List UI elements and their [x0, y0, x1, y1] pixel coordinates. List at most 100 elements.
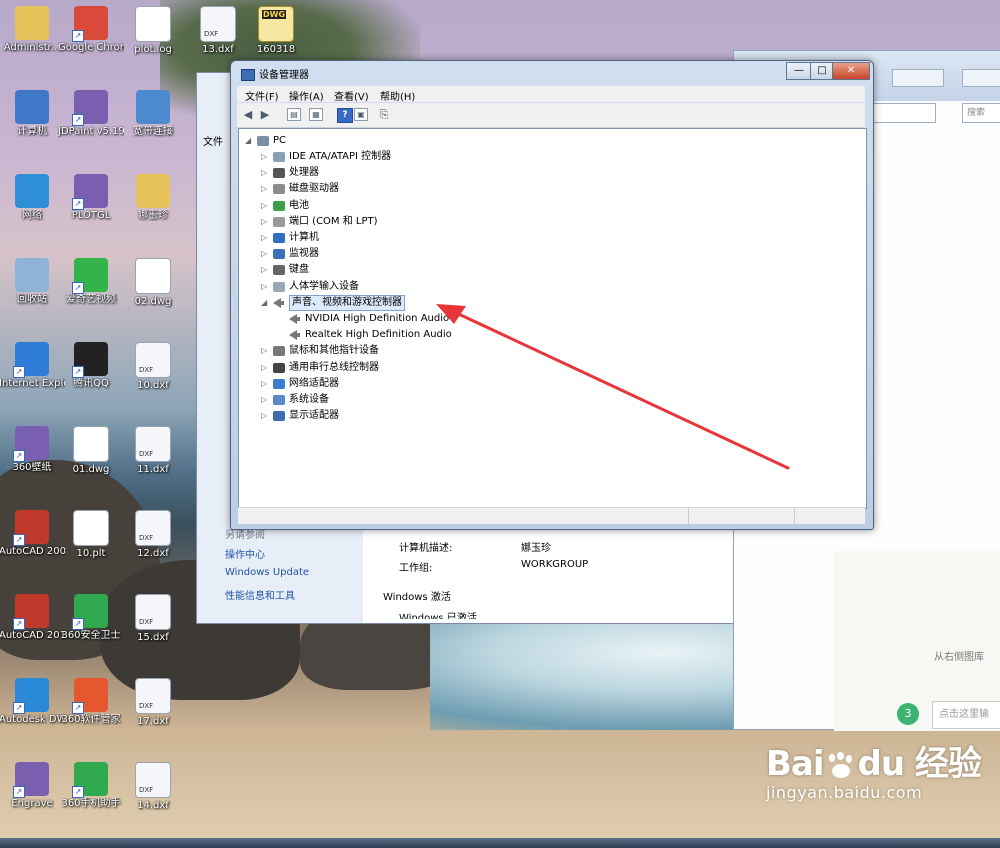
- desktop-icon-app[interactable]: ↗ Engrave: [0, 762, 65, 810]
- windows-update-link[interactable]: Windows Update: [225, 567, 309, 578]
- desktop-icon-plt[interactable]: 10.plt: [58, 510, 124, 560]
- device-tree[interactable]: ◢ PC ▷ IDE ATA/ATAPI 控制器 ▷ 处理器 ▷ 磁盘驱动器 ▷ 电池 ▷ 端口 …: [238, 128, 867, 509]
- gallery-hint: 从右侧图库: [934, 652, 984, 663]
- collapse-arrow-icon[interactable]: ◢: [261, 295, 271, 311]
- desktop-icon-label: 360壁纸: [12, 462, 52, 473]
- desktop-icon-label: 01.dwg: [72, 464, 110, 475]
- workgroup-value: WORKGROUP: [521, 559, 589, 570]
- brand-text-left: Bai: [766, 744, 825, 784]
- expand-arrow-icon[interactable]: ▷: [261, 165, 271, 181]
- desktop-icon-autocad[interactable]: ↗AutoCAD 2007 - S...: [0, 510, 65, 558]
- desktop-icon-app[interactable]: ↗ JDPaint v5.19: [58, 90, 124, 138]
- desktop-icon-ie[interactable]: ↗Internet Explorer: [0, 342, 65, 390]
- desktop-icon-360soft[interactable]: ↗ 360软件管家: [58, 678, 124, 726]
- expand-arrow-icon[interactable]: ▷: [261, 408, 271, 424]
- windows-activation-heading: Windows 激活: [383, 592, 451, 603]
- minimize-button[interactable]: —: [786, 62, 812, 80]
- desktop-icon-dxf[interactable]: 12.dxf: [120, 510, 186, 560]
- desktop-icon-label: 娜玉珍: [138, 210, 168, 221]
- desktop-icon-qq[interactable]: ↗ 腾讯QQ: [58, 342, 124, 390]
- tree-root-label: PC: [273, 135, 287, 146]
- expand-arrow-icon[interactable]: ▷: [261, 360, 271, 376]
- expand-arrow-icon[interactable]: ▷: [261, 246, 271, 262]
- desktop-icon-recycle[interactable]: 回收站: [0, 258, 65, 306]
- dxf-icon: [135, 342, 171, 378]
- desktop-icon-360[interactable]: ↗ 360安全卫士: [58, 594, 124, 642]
- status-divider: [688, 508, 689, 524]
- expand-arrow-icon[interactable]: ▷: [261, 376, 271, 392]
- desktop-icon-folder[interactable]: 娜玉珍: [120, 174, 186, 222]
- scan-hardware-icon[interactable]: ⎘: [377, 108, 391, 121]
- file-icon: [135, 6, 171, 42]
- desktop-icon-app[interactable]: ↗ PLOTGL: [58, 174, 124, 222]
- desktop-icon-label: 02.dwg: [134, 296, 172, 307]
- desktop-icon-file[interactable]: 01.dwg: [58, 426, 124, 476]
- performance-link[interactable]: 性能信息和工具: [225, 587, 295, 602]
- desktop-icon-dwf[interactable]: ↗Autodesk DWF View...: [0, 678, 65, 726]
- device-category-label: 系统设备: [289, 394, 329, 405]
- desktop-icon-label: Autodesk DWF View...: [0, 714, 65, 725]
- expand-arrow-icon[interactable]: ▷: [261, 214, 271, 230]
- shortcut-arrow-icon: ↗: [72, 30, 84, 42]
- desktop-icon-label: 腾讯QQ: [73, 378, 109, 389]
- properties-icon[interactable]: ▤: [287, 108, 301, 121]
- device-manager-icon: [241, 69, 255, 81]
- device-category-label: 网络适配器: [289, 377, 339, 389]
- desktop-icon-network[interactable]: 宽带连接: [120, 90, 186, 138]
- device-manager-window[interactable]: 设备管理器 — □ ✕ 文件(F) 操作(A) 查看(V) 帮助(H) ◀ ▶ …: [230, 60, 874, 530]
- device-category-label: 显示适配器: [289, 410, 339, 422]
- expand-arrow-icon[interactable]: ▷: [261, 230, 271, 246]
- show-hide-tree-icon[interactable]: ▦: [309, 108, 323, 121]
- desktop-icon-autocad[interactable]: ↗AutoCAD 2010 - S...: [0, 594, 65, 642]
- expand-arrow-icon[interactable]: ▷: [261, 198, 271, 214]
- action-center-link[interactable]: 操作中心: [225, 546, 265, 561]
- desktop-icon-dxf[interactable]: 13.dxf: [185, 6, 251, 56]
- speaker-icon: [289, 330, 300, 341]
- console-tree-icon[interactable]: ▣: [354, 108, 368, 121]
- desktop-icon-computer[interactable]: 计算机: [0, 90, 65, 138]
- shortcut-arrow-icon: ↗: [13, 534, 25, 546]
- desktop-icon-globe[interactable]: 网络: [0, 174, 65, 222]
- iqiyi-icon: ↗: [72, 258, 108, 294]
- browser-search-input[interactable]: 搜索: [962, 103, 1000, 123]
- desktop-icon-file[interactable]: plot.log: [120, 6, 186, 56]
- audio-device-label: NVIDIA High Definition Audio: [305, 313, 450, 324]
- desktop-icon-dxf[interactable]: 15.dxf: [120, 594, 186, 644]
- expand-arrow-icon[interactable]: ▷: [261, 392, 271, 408]
- desktop-icon-dxf[interactable]: 17.dxf: [120, 678, 186, 728]
- desktop-icon-file[interactable]: 02.dwg: [120, 258, 186, 308]
- expand-arrow-icon[interactable]: ▷: [261, 262, 271, 278]
- desktop-icon-dxf[interactable]: 10.dxf: [120, 342, 186, 392]
- forward-icon[interactable]: ▶: [258, 108, 272, 121]
- desktop-icon-dwg[interactable]: 160318: [243, 6, 309, 56]
- menu-action[interactable]: 操作(A): [289, 88, 324, 103]
- menu-view[interactable]: 查看(V): [334, 88, 369, 103]
- desktop-icon-360[interactable]: ↗ 360手机助手: [58, 762, 124, 810]
- expand-arrow-icon[interactable]: ▷: [261, 343, 271, 359]
- help-icon[interactable]: ?: [337, 108, 353, 123]
- window-title: 设备管理器: [241, 66, 309, 81]
- comment-input[interactable]: 点击这里输: [932, 701, 1000, 729]
- desktop-icon-chrome[interactable]: ↗Google Chrome: [58, 6, 124, 54]
- close-button[interactable]: ✕: [832, 62, 870, 80]
- menu-file[interactable]: 文件(F): [245, 88, 279, 103]
- desktop-icon-iqiyi[interactable]: ↗ 爱奇艺视频: [58, 258, 124, 306]
- computer-description-value: 娜玉珍: [521, 543, 551, 554]
- app-icon: ↗: [72, 174, 108, 210]
- maximize-button[interactable]: □: [810, 62, 834, 80]
- collapse-arrow-icon[interactable]: ◢: [245, 133, 255, 149]
- desktop-icon-dxf[interactable]: 14.dxf: [120, 762, 186, 812]
- browser-tab[interactable]: [962, 69, 1000, 87]
- menu-file-partial[interactable]: 文件: [203, 133, 223, 148]
- menu-help[interactable]: 帮助(H): [380, 88, 415, 103]
- expand-arrow-icon[interactable]: ▷: [261, 279, 271, 295]
- shortcut-arrow-icon: ↗: [13, 702, 25, 714]
- desktop-icon-app[interactable]: ↗ 360壁纸: [0, 426, 65, 474]
- back-icon[interactable]: ◀: [241, 108, 255, 121]
- desktop-icon-dxf[interactable]: 11.dxf: [120, 426, 186, 476]
- expand-arrow-icon[interactable]: ▷: [261, 181, 271, 197]
- browser-tab[interactable]: [892, 69, 944, 87]
- desktop-icon-folder[interactable]: Administr...: [0, 6, 65, 54]
- app-icon: ↗: [72, 90, 108, 126]
- expand-arrow-icon[interactable]: ▷: [261, 149, 271, 165]
